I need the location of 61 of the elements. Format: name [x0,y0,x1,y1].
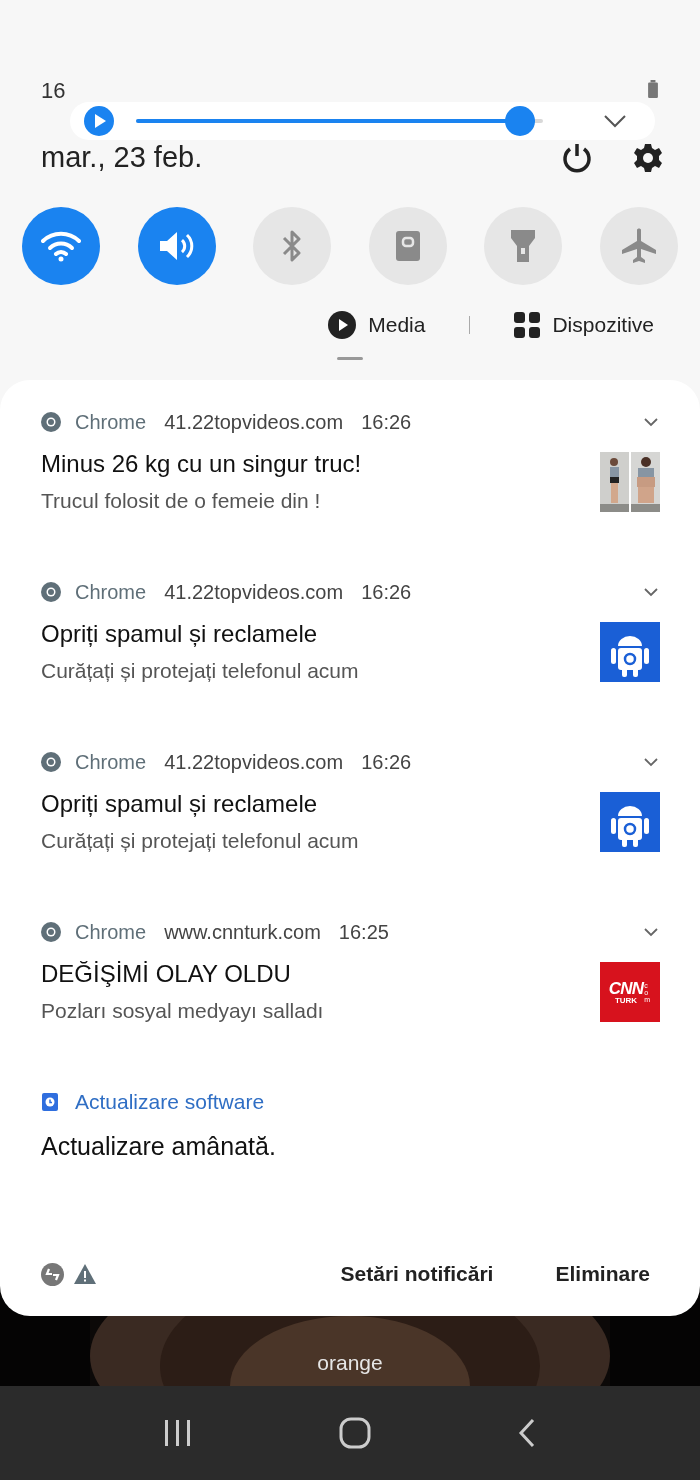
notification-source: 41.22topvideos.com [164,580,344,605]
notification-time: 16:26 [361,750,412,775]
android-app-icon [600,622,660,682]
grid-icon [514,312,541,338]
app-name: Chrome [75,920,147,945]
logo-text: CNN [608,979,644,997]
notification-title: Opriți spamul și reclamele [41,789,319,819]
notification-title: Actualizare amânată. [41,1131,277,1162]
notification-time: 16:25 [338,920,389,945]
expand-icon[interactable] [644,757,658,767]
sync-icon [41,1262,64,1286]
play-icon [328,311,357,339]
settings-icon[interactable] [633,143,663,173]
media-button[interactable]: Media [328,309,426,341]
notification-time: 16:26 [361,410,412,435]
app-name: Chrome [75,410,147,435]
wifi-icon [41,230,81,262]
notification-source: 41.22topvideos.com [164,750,344,775]
expand-icon[interactable] [644,927,658,937]
back-icon[interactable] [517,1418,537,1448]
expand-icon[interactable] [603,114,627,128]
notification-settings-button[interactable]: Setări notificări [340,1258,494,1290]
notification-time: 16:26 [361,580,412,605]
flashlight-icon [510,228,537,264]
play-icon[interactable] [84,106,114,136]
notification-source: 41.22topvideos.com [164,410,344,435]
notification-title: Minus 26 kg cu un singur truc! [41,449,362,479]
expand-icon[interactable] [644,417,658,427]
app-name: Chrome [75,580,147,605]
logo-subtext: TURK [614,996,638,1005]
chrome-icon [41,922,61,942]
chrome-icon [41,582,61,602]
update-icon [41,1092,59,1112]
app-name: Chrome [75,750,147,775]
clear-button[interactable]: Eliminare [555,1258,650,1290]
notification-title: Opriți spamul și reclamele [41,619,319,649]
chrome-icon [41,412,61,432]
home-icon[interactable] [339,1417,371,1449]
expand-icon[interactable] [644,587,658,597]
power-icon[interactable] [561,142,593,174]
warning-icon [74,1264,96,1284]
notification-body: Curățați și protejați telefonul acum [41,658,359,684]
date-text: mar., 23 feb. [41,140,203,176]
notification-title: DEĞİŞİMİ OLAY OLDU [41,959,292,989]
recent-apps-icon[interactable] [163,1418,193,1448]
android-app-icon [600,792,660,852]
status-time: 16 [41,80,66,102]
battery-icon [647,80,659,98]
notification-body: Curățați și protejați telefonul acum [41,828,359,854]
drag-handle[interactable] [337,357,363,360]
airplane-icon [619,227,658,265]
notification-body: Pozları sosyal medyayı salladı [41,998,324,1024]
slider-thumb[interactable] [504,106,535,136]
app-name: Actualizare software [75,1089,265,1116]
carrier-name: orange [317,1349,383,1376]
notification-body: Trucul folosit de o femeie din ! [41,488,322,514]
notification-source: www.cnnturk.com [164,920,321,945]
chrome-icon [41,752,61,772]
brightness-slider[interactable] [136,106,543,136]
lock-icon [393,229,422,263]
devices-button[interactable]: Dispozitive [514,309,654,341]
